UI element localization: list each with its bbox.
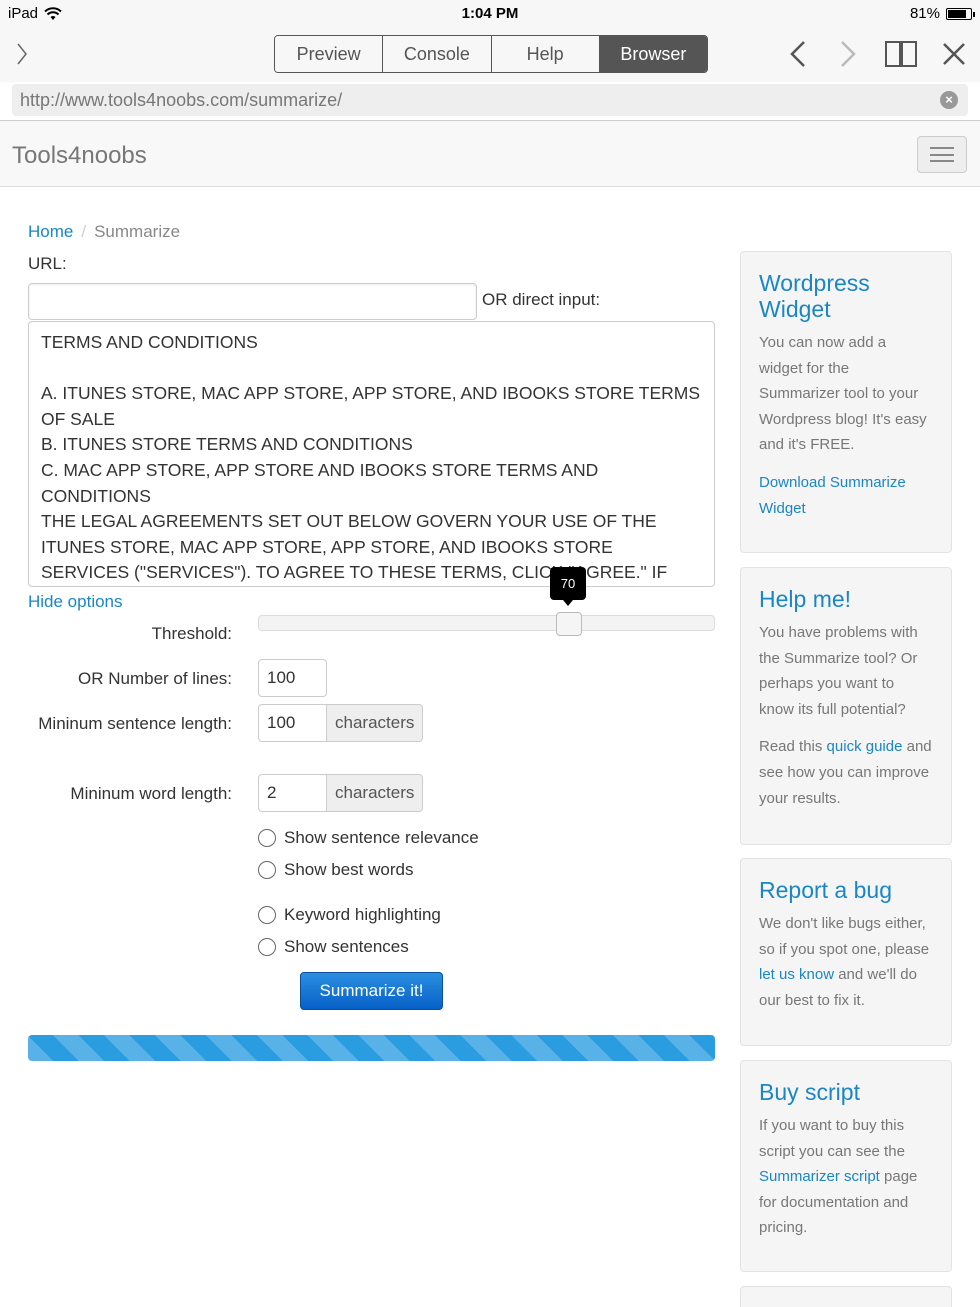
min-word-unit: characters [327,774,424,812]
breadcrumb-separator: / [81,222,87,241]
summarize-button[interactable]: Summarize it! [300,972,443,1010]
breadcrumb-current: Summarize [94,222,181,241]
checkbox-label: Keyword highlighting [284,905,441,924]
report-bug-panel: Report a bug We don't like bugs either, … [740,858,952,1046]
summarizer-script-link[interactable]: Summarizer script [759,1168,880,1185]
threshold-label: Threshold: [151,624,232,643]
download-widget-link[interactable]: Download Summarize Widget [759,474,906,517]
clear-url-icon[interactable]: × [940,91,958,109]
close-icon[interactable] [940,38,968,70]
checkbox-label: Show sentence relevance [284,828,479,847]
show-sentences-checkbox[interactable]: Show sentences [258,937,409,957]
chevron-right-icon[interactable] [12,40,32,68]
checkbox-box[interactable] [258,938,276,956]
hamburger-line [930,153,954,156]
tab-preview[interactable]: Preview [275,36,384,72]
address-bar[interactable]: http://www.tools4noobs.com/summarize/ × [12,84,968,116]
buy-script-panel: Buy script If you want to buy this scrip… [740,1060,952,1272]
min-sentence-label: Mininum sentence length: [38,714,232,733]
status-right: 81% [909,5,975,22]
help-guide-text: Read this quick guide and see how you ca… [759,734,933,811]
checkbox-label: Show best words [284,860,414,879]
wordpress-widget-text: You can now add a widget for the Summari… [759,334,927,454]
checkbox-box[interactable] [258,829,276,847]
hamburger-line [930,160,954,162]
url-label: URL: [28,254,67,273]
report-bug-title: Report a bug [759,877,892,903]
lines-label: OR Number of lines: [78,669,232,688]
status-time: 1:04 PM [461,5,519,22]
threshold-slider[interactable] [258,612,715,636]
url-input[interactable] [28,283,477,320]
let-us-know-link[interactable]: let us know [759,966,834,983]
tab-browser[interactable]: Browser [599,36,707,72]
site-navbar: Tools4noobs [0,120,980,187]
browser-nav-icons [784,38,968,70]
show-best-words-checkbox[interactable]: Show best words [258,860,413,880]
back-arrow-icon[interactable] [784,38,812,70]
help-panel: Help me! You have problems with the Summ… [740,567,952,845]
checkbox-label: Show sentences [284,937,409,956]
next-panel [740,1286,952,1307]
app-toolbar: Preview Console Help Browser [0,28,980,82]
forward-arrow-icon[interactable] [834,38,862,70]
site-brand[interactable]: Tools4noobs [12,142,147,170]
direct-input-textarea[interactable]: TERMS AND CONDITIONS A. ITUNES STORE, MA… [28,321,715,587]
address-url[interactable]: http://www.tools4noobs.com/summarize/ [20,90,342,111]
checkbox-box[interactable] [258,861,276,879]
battery-percent: 81% [909,5,940,22]
lines-input[interactable]: 100 [258,659,327,697]
buy-script-title: Buy script [759,1079,860,1105]
show-sentence-relevance-checkbox[interactable]: Show sentence relevance [258,828,479,848]
direct-input-label: OR direct input: [482,290,601,309]
menu-toggle-button[interactable] [917,136,967,173]
buy-script-prefix: If you want to buy this script you can s… [759,1117,905,1160]
buy-script-text: If you want to buy this script you can s… [759,1113,933,1241]
min-word-input[interactable]: 2 [258,774,327,812]
min-sentence-input[interactable]: 100 [258,704,327,742]
report-bug-text: We don't like bugs either, so if you spo… [759,911,933,1013]
breadcrumb-home[interactable]: Home [28,222,73,241]
hide-options-link[interactable]: Hide options [28,592,123,612]
tab-help[interactable]: Help [491,36,600,72]
report-bug-prefix: We don't like bugs either, so if you spo… [759,915,930,958]
help-title: Help me! [759,586,852,612]
wordpress-widget-panel: Wordpress Widget You can now add a widge… [740,251,952,553]
hamburger-line [930,147,954,149]
checkbox-box[interactable] [258,906,276,924]
battery-icon [946,7,975,20]
help-guide-prefix: Read this [759,738,827,756]
status-bar: iPad 1:04 PM 81% [0,0,980,28]
quick-guide-link[interactable]: quick guide [827,738,903,755]
progress-bar [28,1035,715,1061]
threshold-slider-handle[interactable] [556,612,582,636]
min-sentence-unit: characters [327,704,424,742]
keyword-highlighting-checkbox[interactable]: Keyword highlighting [258,905,441,925]
bookmarks-book-icon[interactable] [884,38,918,70]
threshold-tooltip: 70 [550,567,586,606]
mode-tabs: Preview Console Help Browser [274,35,708,73]
min-word-label: Mininum word length: [70,784,232,803]
help-text: You have problems with the Summarize too… [759,624,918,718]
wordpress-widget-title: Wordpress Widget [759,270,870,322]
breadcrumb: Home / Summarize [28,222,180,242]
tab-console[interactable]: Console [383,36,492,72]
